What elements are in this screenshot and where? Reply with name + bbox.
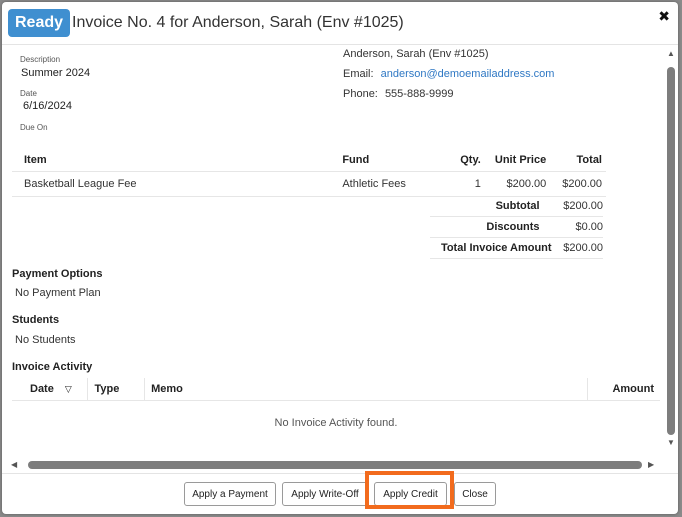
payment-options-value: No Payment Plan xyxy=(15,287,101,299)
vertical-scrollbar[interactable]: ▲ ▼ xyxy=(663,45,678,457)
date-label: Date xyxy=(20,89,37,98)
col-item: Item xyxy=(12,149,339,172)
col-unit-price: Unit Price xyxy=(484,149,551,172)
sort-icon[interactable]: ▽ xyxy=(65,384,72,394)
apply-write-off-button[interactable]: Apply Write-Off xyxy=(282,482,368,506)
horizontal-scrollbar[interactable]: ◀ ▶ xyxy=(2,457,662,473)
phone-label: Phone: xyxy=(343,88,378,100)
scroll-up-icon[interactable]: ▲ xyxy=(667,49,675,58)
col-date[interactable]: Date ▽ xyxy=(12,378,88,401)
col-date-label: Date xyxy=(30,383,54,395)
discounts-label: Discounts xyxy=(430,216,560,238)
dialog-header: Ready Invoice No. 4 for Anderson, Sarah … xyxy=(2,2,678,45)
scroll-down-icon[interactable]: ▼ xyxy=(667,438,675,447)
apply-payment-button[interactable]: Apply a Payment xyxy=(184,482,276,506)
activity-empty-message: No Invoice Activity found. xyxy=(274,417,398,429)
email-label: Email: xyxy=(343,68,374,80)
col-memo[interactable]: Memo xyxy=(144,378,588,401)
item-name: Basketball League Fee xyxy=(12,171,339,197)
total-amount-value: $200.00 xyxy=(559,237,603,259)
due-on-label: Due On xyxy=(20,123,48,132)
col-type[interactable]: Type xyxy=(87,378,145,401)
table-row: Basketball League Fee Athletic Fees 1 $2… xyxy=(12,171,606,197)
subtotal-value: $200.00 xyxy=(559,196,603,217)
students-value: No Students xyxy=(15,334,76,346)
col-amount[interactable]: Amount xyxy=(587,378,660,401)
scroll-right-icon[interactable]: ▶ xyxy=(648,460,654,469)
item-total: $200.00 xyxy=(550,171,606,197)
vertical-scroll-thumb[interactable] xyxy=(667,67,675,435)
item-fund: Athletic Fees xyxy=(338,171,433,197)
payment-options-title: Payment Options xyxy=(12,268,103,280)
dialog-footer: Apply a Payment Apply Write-Off Apply Cr… xyxy=(2,471,678,514)
invoice-activity-title: Invoice Activity xyxy=(12,361,93,373)
description-label: Description xyxy=(20,55,61,64)
activity-table: Date ▽ Type Memo Amount xyxy=(12,378,660,401)
col-fund: Fund xyxy=(338,149,433,172)
description-value: Summer 2024 xyxy=(21,67,91,79)
email-link[interactable]: anderson@demoemailaddress.com xyxy=(381,68,555,80)
total-amount-label: Total Invoice Amount xyxy=(430,237,560,259)
close-icon[interactable]: ✖ xyxy=(658,8,670,25)
contact-name: Anderson, Sarah (Env #1025) xyxy=(343,48,489,60)
line-items-table: Item Fund Qty. Unit Price Total Basketba… xyxy=(12,149,606,197)
discounts-value: $0.00 xyxy=(559,216,603,238)
item-unit-price: $200.00 xyxy=(484,171,551,197)
dialog-title: Invoice No. 4 for Anderson, Sarah (Env #… xyxy=(72,14,404,31)
col-total: Total xyxy=(550,149,606,172)
subtotal-label: Subtotal xyxy=(430,196,560,217)
totals-table: Subtotal $200.00 Discounts $0.00 Total I… xyxy=(430,196,603,259)
status-badge: Ready xyxy=(8,9,71,37)
contact-email-row: Email: anderson@demoemailaddress.com xyxy=(343,68,554,80)
col-qty: Qty. xyxy=(432,149,485,172)
dialog-content: Description Summer 2024 Date 6/16/2024 D… xyxy=(2,45,662,457)
horizontal-scroll-thumb[interactable] xyxy=(28,461,642,469)
scroll-left-icon[interactable]: ◀ xyxy=(11,460,17,469)
date-value: 6/16/2024 xyxy=(23,100,72,112)
phone-value: 555-888-9999 xyxy=(384,88,454,100)
students-title: Students xyxy=(12,314,60,326)
contact-phone-row: Phone: 555-888-9999 xyxy=(343,88,453,100)
apply-credit-button[interactable]: Apply Credit xyxy=(374,482,447,506)
item-qty: 1 xyxy=(432,171,485,197)
close-button[interactable]: Close xyxy=(454,482,496,506)
invoice-dialog: Ready Invoice No. 4 for Anderson, Sarah … xyxy=(2,2,678,514)
